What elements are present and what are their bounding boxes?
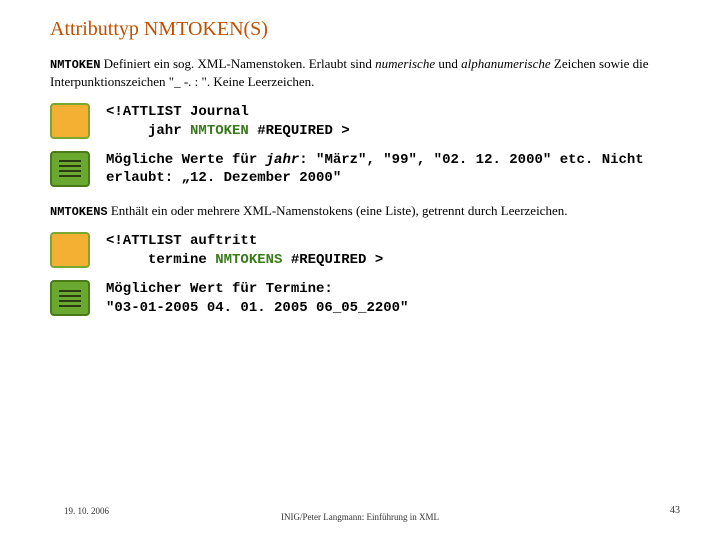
paragraph-nmtoken: NMTOKEN Definiert ein sog. XML-Namenstok… — [50, 55, 680, 91]
italic-jahr: jahr — [266, 152, 300, 168]
text: Mögliche Werte für — [106, 152, 266, 168]
note-row-2: Möglicher Wert für Termine: "03-01-2005 … — [50, 280, 680, 318]
keyword-nmtokens: NMTOKENS — [50, 205, 108, 219]
text: Enthält ein oder mehrere XML-Namenstoken… — [108, 203, 568, 218]
code-line: #REQUIRED > — [249, 123, 350, 139]
text: Definiert ein sog. XML-Namenstoken. Erla… — [100, 56, 375, 71]
code-keyword: NMTOKENS — [215, 252, 282, 268]
note-block-2: Möglicher Wert für Termine: "03-01-2005 … — [106, 280, 408, 318]
note-row-1: Mögliche Werte für jahr: "März", "99", "… — [50, 151, 680, 189]
footer-page: 43 — [670, 505, 680, 516]
keyword-nmtoken: NMTOKEN — [50, 58, 100, 72]
italic-alphanumerische: alphanumerische — [461, 56, 551, 71]
note-block-1: Mögliche Werte für jahr: "März", "99", "… — [106, 151, 646, 189]
code-block-1: <!ATTLIST Journal jahr NMTOKEN #REQUIRED… — [106, 103, 350, 141]
code-keyword: NMTOKEN — [190, 123, 249, 139]
code-line: termine — [106, 252, 215, 268]
code-icon — [50, 232, 90, 268]
code-row-2: <!ATTLIST auftritt termine NMTOKENS #REQ… — [50, 232, 680, 270]
code-line: #REQUIRED > — [282, 252, 383, 268]
slide-title: Attributtyp NMTOKEN(S) — [50, 18, 680, 41]
note-icon — [50, 280, 90, 316]
italic-numerische: numerische — [375, 56, 435, 71]
note-icon — [50, 151, 90, 187]
paragraph-nmtokens: NMTOKENS Enthält ein oder mehrere XML-Na… — [50, 202, 680, 220]
code-line: jahr — [106, 123, 190, 139]
text: und — [435, 56, 461, 71]
code-block-2: <!ATTLIST auftritt termine NMTOKENS #REQ… — [106, 232, 383, 270]
code-line: <!ATTLIST auftritt — [106, 233, 257, 249]
code-icon — [50, 103, 90, 139]
code-row-1: <!ATTLIST Journal jahr NMTOKEN #REQUIRED… — [50, 103, 680, 141]
code-line: <!ATTLIST Journal — [106, 104, 249, 120]
footer-center: INIG/Peter Langmann: Einführung in XML — [0, 512, 720, 522]
